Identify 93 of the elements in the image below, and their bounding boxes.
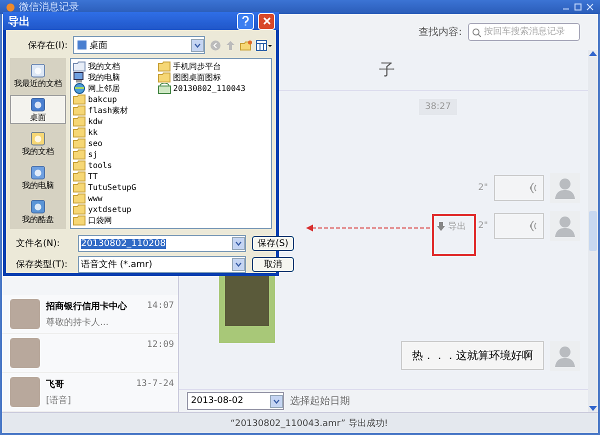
filename-field[interactable]: 20130802_110208 xyxy=(78,235,246,252)
save-button[interactable]: 保存(S) xyxy=(252,236,294,251)
scrollbar[interactable] xyxy=(588,50,598,412)
download-arrow-icon xyxy=(437,222,446,230)
message-preview: 尊敬的持卡人... xyxy=(46,316,110,328)
message-bubble: 热．．．这就算环境好啊 xyxy=(401,341,544,370)
file-item[interactable]: kdw xyxy=(73,116,136,127)
file-item[interactable]: yxtdsetup xyxy=(73,204,136,215)
places-item[interactable]: 桌面 xyxy=(10,94,66,124)
file-item[interactable]: TutuSetupG xyxy=(73,182,136,193)
search-icon xyxy=(472,28,481,37)
file-item[interactable]: 网上邻居 xyxy=(73,83,136,94)
folder-icon xyxy=(73,138,86,149)
avatar-placeholder xyxy=(10,338,40,368)
places-item[interactable]: 我的文档 xyxy=(10,128,66,158)
places-item[interactable]: 我的电脑 xyxy=(10,163,66,192)
folder-icon xyxy=(158,61,172,72)
sound-wave-icon xyxy=(528,220,537,232)
file-item[interactable]: 我的电脑 xyxy=(73,72,136,83)
file-item[interactable]: bakcup xyxy=(73,94,136,105)
folder-icon xyxy=(73,204,86,215)
file-item[interactable]: sj xyxy=(73,149,136,160)
save-in-label: 保存在(I): xyxy=(28,40,68,52)
file-type-dropdown[interactable]: 语音文件 (*.amr) xyxy=(78,256,246,273)
folder-icon xyxy=(73,94,86,105)
avatar-placeholder xyxy=(10,377,40,407)
window-title: 微信消息记录 xyxy=(19,0,79,14)
document-folder-icon xyxy=(73,61,86,72)
contact-item[interactable]: 飞哥 [语音] 13-7-24 xyxy=(2,373,178,412)
cancel-button[interactable]: 取消 xyxy=(252,257,294,272)
folder-icon xyxy=(73,160,86,171)
folder-icon xyxy=(73,127,86,138)
file-item[interactable]: 口袋网 xyxy=(73,215,136,226)
message-preview: [语音] xyxy=(46,394,72,406)
search-field[interactable]: 按回车搜索消息记录 xyxy=(468,23,580,41)
avatar-placeholder xyxy=(10,299,40,329)
file-item[interactable]: 图图桌面图标 xyxy=(158,72,246,83)
folder-icon xyxy=(73,149,86,160)
contact-time: 12:09 xyxy=(146,340,174,350)
voice-duration: 2" xyxy=(478,183,488,193)
file-item[interactable]: kk xyxy=(73,127,136,138)
folder-icon xyxy=(73,215,86,226)
photo-placeholder xyxy=(225,276,269,326)
places-item[interactable]: 我最近的文档 xyxy=(10,60,66,90)
close-icon xyxy=(262,17,270,25)
sound-wave-icon xyxy=(528,182,537,194)
app-icon xyxy=(6,2,15,12)
file-item[interactable]: 我的文档 xyxy=(73,61,136,72)
close-button[interactable] xyxy=(258,12,275,30)
file-item[interactable]: seo xyxy=(73,138,136,149)
audio-file-icon xyxy=(158,83,172,94)
file-item[interactable]: TT xyxy=(73,171,136,182)
file-item[interactable]: tools xyxy=(73,160,136,171)
close-icon[interactable] xyxy=(586,3,594,11)
places-item[interactable]: 我的酷盘 xyxy=(10,197,66,226)
file-item[interactable]: flash素材 xyxy=(73,105,136,116)
highlight-frame xyxy=(432,214,476,256)
help-button[interactable] xyxy=(237,12,254,30)
search-label: 查找内容: xyxy=(418,26,462,39)
location-dropdown[interactable]: 桌面 xyxy=(72,36,205,54)
folder-icon xyxy=(73,171,86,182)
folder-icon xyxy=(73,105,86,116)
contact-item[interactable]: 12:09 xyxy=(2,334,178,373)
new-folder-icon[interactable] xyxy=(240,40,252,50)
contact-name: 飞哥 xyxy=(46,378,65,390)
person-silhouette-icon xyxy=(550,341,580,371)
file-item[interactable]: 手机同步平台 xyxy=(158,61,246,72)
voice-duration: 2" xyxy=(478,221,488,231)
chat-title: 子 xyxy=(379,60,395,80)
message-time: 38:27 xyxy=(419,99,457,115)
contact-item[interactable]: 招商银行信用卡中心 尊敬的持卡人... 14:07 xyxy=(2,295,178,334)
person-silhouette-icon xyxy=(550,173,580,203)
question-mark-icon xyxy=(242,16,249,26)
date-label: 选择起始日期 xyxy=(290,394,350,408)
person-silhouette-icon xyxy=(550,211,580,241)
file-type-label: 保存类型(T): xyxy=(16,258,69,271)
contact-time: 14:07 xyxy=(146,301,174,311)
folder-icon xyxy=(73,116,86,127)
filename-label: 文件名(N): xyxy=(16,238,61,250)
folder-icon xyxy=(158,72,172,83)
globe-icon xyxy=(73,83,86,94)
file-item[interactable]: 20130802_110043 xyxy=(158,83,246,94)
maximize-icon[interactable] xyxy=(574,3,582,11)
folder-icon xyxy=(73,193,86,204)
contact-time: 13-7-24 xyxy=(136,379,174,389)
dialog-title: 导出 xyxy=(8,14,31,28)
status-message: “20130802_110043.amr” 导出成功! xyxy=(2,412,598,433)
date-field[interactable]: 2013-08-02 xyxy=(187,392,284,410)
file-item[interactable]: www xyxy=(73,193,136,204)
folder-icon xyxy=(73,182,86,193)
view-menu-icon[interactable] xyxy=(256,40,272,50)
contact-name: 招商银行信用卡中心 xyxy=(46,300,128,312)
scrollbar-thumb[interactable] xyxy=(589,211,597,251)
